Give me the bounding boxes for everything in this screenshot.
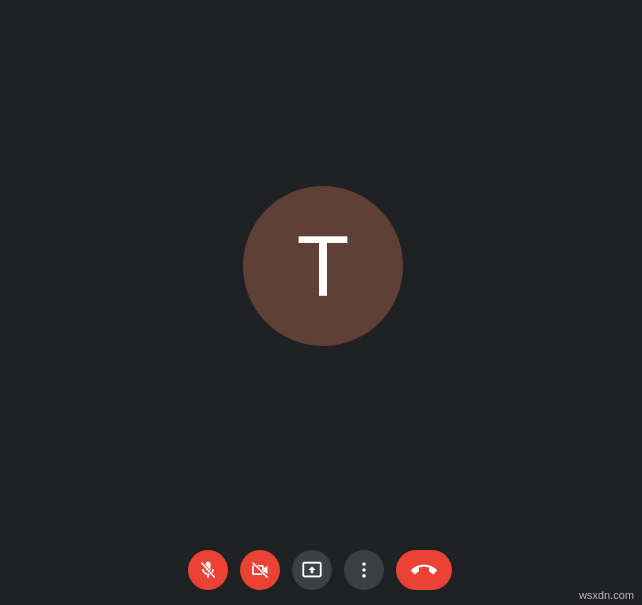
more-options-button[interactable] (344, 550, 384, 590)
call-controls-bar (0, 550, 642, 590)
mic-toggle-button[interactable] (188, 550, 228, 590)
call-end-icon (411, 557, 437, 583)
avatar-initial: T (296, 219, 350, 315)
watermark-text: wsxdn.com (578, 590, 634, 602)
participant-avatar: T (243, 186, 403, 346)
camera-toggle-button[interactable] (240, 550, 280, 590)
leave-call-button[interactable] (396, 550, 452, 590)
more-vert-icon (354, 560, 374, 580)
videocam-off-icon (250, 560, 270, 580)
present-screen-icon (301, 559, 323, 581)
call-stage: T wsxdn.com (0, 0, 642, 605)
present-screen-button[interactable] (292, 550, 332, 590)
mic-off-icon (198, 560, 218, 580)
